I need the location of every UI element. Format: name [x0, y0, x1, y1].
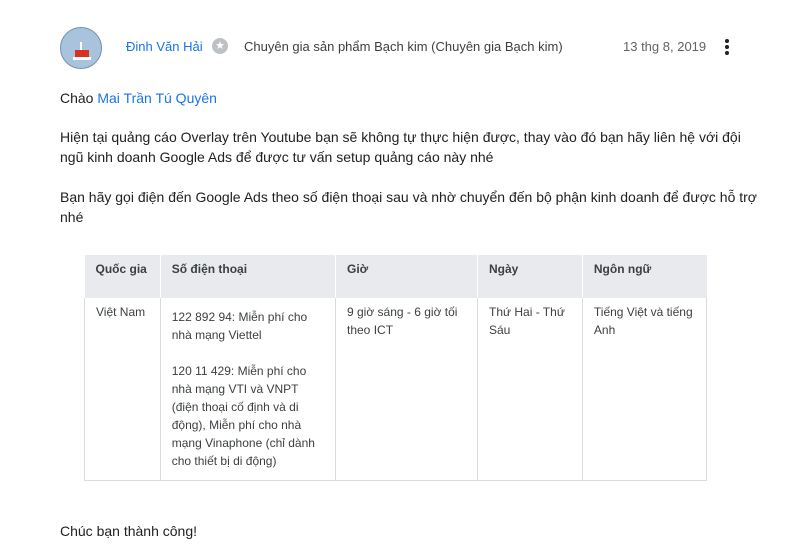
- avatar-image: [61, 28, 101, 68]
- mentioned-user-link[interactable]: Mai Trần Tú Quyên: [97, 90, 217, 106]
- table-row: Việt Nam 122 892 94: Miễn phí cho nhà mạ…: [84, 298, 708, 481]
- col-header-phone: Số điện thoại: [160, 255, 337, 298]
- more-vert-icon[interactable]: [717, 34, 737, 58]
- phone-option-1: 122 892 94: Miễn phí cho nhà mạng Viette…: [171, 310, 308, 342]
- cell-country: Việt Nam: [84, 298, 161, 481]
- cell-hours: 9 giờ sáng - 6 giờ tối theo ICT: [335, 298, 478, 481]
- col-header-country: Quốc gia: [84, 255, 161, 298]
- support-phone-table: Quốc gia Số điện thoại Giờ Ngày Ngôn ngữ…: [84, 255, 708, 481]
- paragraph-2: Bạn hãy gọi điện đến Google Ads theo số …: [60, 189, 757, 225]
- col-header-days: Ngày: [477, 255, 583, 298]
- paragraph-1: Hiện tại quảng cáo Overlay trên Youtube …: [60, 129, 741, 165]
- post-date: 13 thg 8, 2019: [623, 39, 707, 54]
- greeting-prefix: Chào: [60, 90, 98, 106]
- col-header-language: Ngôn ngữ: [582, 255, 707, 298]
- table-header-row: Quốc gia Số điện thoại Giờ Ngày Ngôn ngữ: [84, 255, 707, 298]
- greeting: Chào Mai Trần Tú Quyên: [60, 88, 217, 108]
- cell-days: Thứ Hai - Thứ Sáu: [477, 298, 583, 481]
- star-icon: ★: [212, 38, 228, 54]
- author-avatar[interactable]: [60, 27, 102, 69]
- post-header: Đinh Văn Hải ★ Chuyên gia sản phẩm Bạch …: [0, 0, 811, 95]
- closing-text: Chúc bạn thành công!: [60, 523, 197, 539]
- cell-phone: 122 892 94: Miễn phí cho nhà mạng Viette…: [160, 298, 337, 481]
- cell-language: Tiếng Việt và tiếng Anh: [582, 298, 708, 481]
- phone-option-2: 120 11 429: Miễn phí cho nhà mạng VTI và…: [171, 364, 315, 468]
- author-role: Chuyên gia sản phẩm Bạch kim (Chuyên gia…: [244, 39, 563, 54]
- author-name[interactable]: Đinh Văn Hải: [126, 39, 203, 54]
- col-header-hours: Giờ: [335, 255, 478, 298]
